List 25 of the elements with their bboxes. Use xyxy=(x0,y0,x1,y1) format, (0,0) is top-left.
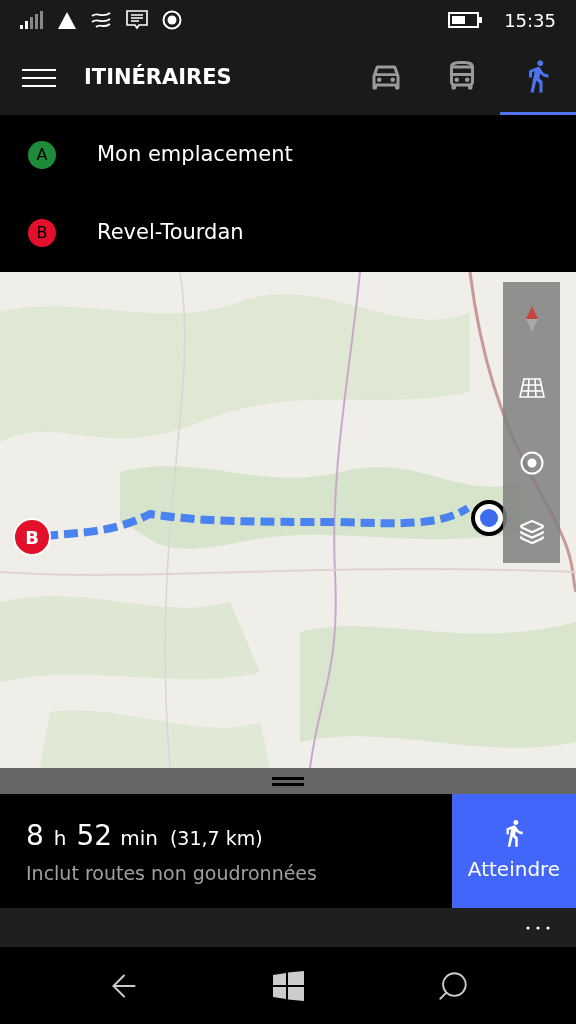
signal-icon xyxy=(20,11,44,29)
panel-handle[interactable] xyxy=(0,768,576,794)
layers-icon[interactable] xyxy=(518,519,545,545)
route-distance: (31,7 km) xyxy=(169,825,263,851)
battery-icon xyxy=(448,12,483,28)
triangle-icon xyxy=(58,11,76,29)
message-icon xyxy=(126,10,148,30)
route-note: Inclut routes non goudronnées xyxy=(26,860,318,886)
grid-icon[interactable] xyxy=(518,378,545,398)
duration-hours-unit: h xyxy=(53,824,67,852)
waypoint-marker: A xyxy=(28,140,56,169)
duration-minutes: 52 xyxy=(76,817,113,854)
wave-icon xyxy=(90,11,112,29)
clock-time: 15:35 xyxy=(504,8,556,33)
windows-icon[interactable] xyxy=(273,970,305,1001)
go-button[interactable]: Atteindre xyxy=(452,794,576,908)
page-title: ITINÉRAIRES xyxy=(84,63,232,91)
locate-icon[interactable] xyxy=(519,451,544,475)
waypoint-field[interactable]: Mon emplacement xyxy=(97,138,293,171)
more-icon[interactable] xyxy=(526,925,550,930)
waypoint-marker: B xyxy=(28,218,56,247)
waypoint-field[interactable]: Revel-Tourdan xyxy=(97,216,244,249)
duration-hours: 8 xyxy=(26,817,44,854)
duration-minutes-unit: min xyxy=(120,824,158,852)
location-service-icon xyxy=(162,10,182,30)
